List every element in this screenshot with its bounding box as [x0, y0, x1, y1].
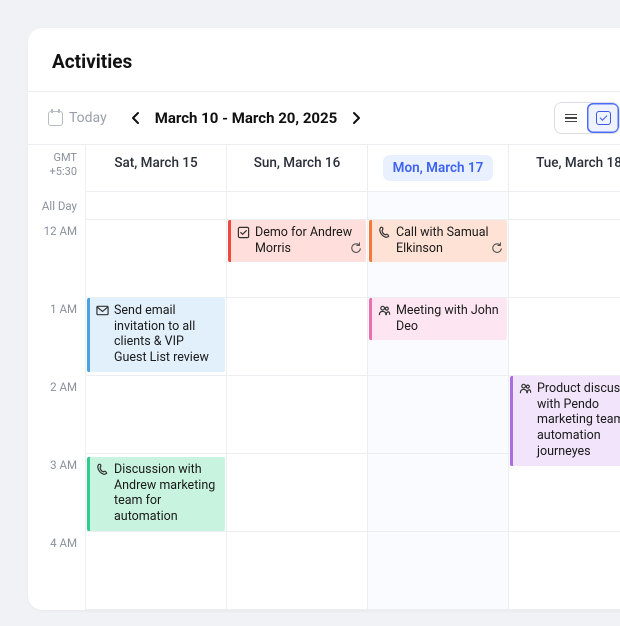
hour-cell[interactable]: Discussion with Andrew marketing team fo…	[86, 454, 226, 532]
date-range: March 10 - March 20, 2025	[155, 109, 338, 127]
allday-cell[interactable]	[509, 192, 620, 220]
event[interactable]: Send email invitation to all clients & V…	[87, 298, 225, 372]
hour-cell[interactable]	[86, 532, 226, 610]
chevron-left-icon	[131, 111, 141, 125]
event-title: Product discuss with Pendo marketing tea…	[537, 381, 620, 461]
hour-cell[interactable]	[368, 532, 508, 610]
allday-cell[interactable]	[227, 192, 367, 220]
hour-cell[interactable]	[509, 220, 620, 298]
day-header[interactable]: Tue, March 18	[509, 145, 620, 192]
phone-icon	[96, 463, 110, 477]
prev-button[interactable]	[127, 107, 145, 129]
people-icon	[519, 382, 533, 396]
recurring-icon	[491, 242, 503, 258]
hour-cell[interactable]: Demo for Andrew Morris	[227, 220, 367, 298]
event-title: Meeting with John Deo	[396, 303, 501, 335]
allday-cell[interactable]	[86, 192, 226, 220]
hour-cell[interactable]	[227, 532, 367, 610]
date-nav: March 10 - March 20, 2025	[127, 107, 366, 129]
hour-cell[interactable]	[509, 532, 620, 610]
event-title: Send email invitation to all clients & V…	[114, 303, 219, 367]
timezone-label: GMT +5:30	[28, 145, 86, 192]
day-header[interactable]: Sun, March 16	[227, 145, 368, 192]
hour-cell[interactable]: Call with Samual Elkinson	[368, 220, 508, 298]
hour-label: 1 AM	[28, 298, 77, 376]
calendar-view-button[interactable]	[587, 103, 619, 133]
hour-label: 3 AM	[28, 454, 77, 532]
day-header-today[interactable]: Mon, March 17	[368, 145, 509, 192]
list-icon	[565, 114, 577, 123]
hour-cell[interactable]	[86, 376, 226, 454]
hour-cell[interactable]	[368, 454, 508, 532]
event[interactable]: Call with Samual Elkinson	[369, 220, 507, 262]
today-label: Today	[69, 110, 107, 126]
day-column: Product discuss with Pendo marketing tea…	[509, 192, 620, 610]
chevron-right-icon	[351, 111, 361, 125]
page-title: Activities	[52, 50, 614, 73]
hour-cell[interactable]	[509, 454, 620, 532]
event-title: Discussion with Andrew marketing team fo…	[114, 462, 219, 526]
hour-cell[interactable]	[227, 298, 367, 376]
hour-label: 2 AM	[28, 376, 77, 454]
event[interactable]: Discussion with Andrew marketing team fo…	[87, 457, 225, 531]
hour-cell[interactable]	[368, 376, 508, 454]
hour-cell[interactable]: Product discuss with Pendo marketing tea…	[509, 376, 620, 454]
next-button[interactable]	[347, 107, 365, 129]
event[interactable]: Product discuss with Pendo marketing tea…	[510, 376, 620, 466]
calendar-icon	[48, 111, 63, 126]
hour-label: 4 AM	[28, 532, 77, 610]
hour-cell[interactable]	[509, 298, 620, 376]
hour-cell[interactable]: Send email invitation to all clients & V…	[86, 298, 226, 376]
calendar-grid: GMT +5:30 Sat, March 15 Sun, March 16 Mo…	[28, 144, 620, 610]
list-view-button[interactable]	[555, 103, 587, 133]
time-column: All Day 12 AM 1 AM 2 AM 3 AM 4 AM	[28, 192, 86, 610]
event-title: Demo for Andrew Morris	[255, 225, 360, 257]
people-icon	[378, 304, 392, 318]
allday-cell[interactable]	[368, 192, 508, 220]
phone-icon	[378, 226, 392, 240]
hour-cell[interactable]	[227, 454, 367, 532]
allday-label: All Day	[28, 192, 77, 220]
day-column: Send email invitation to all clients & V…	[86, 192, 227, 610]
activities-card: Activities Today March 10 - March 20, 20…	[28, 28, 620, 610]
hour-cell[interactable]	[86, 220, 226, 298]
calendar-check-icon	[596, 111, 611, 125]
view-toggle	[554, 102, 620, 134]
task-icon	[237, 226, 251, 240]
today-button[interactable]: Today	[46, 106, 109, 130]
mail-icon	[96, 304, 110, 318]
day-column-today: Call with Samual Elkinson Meeting with J…	[368, 192, 509, 610]
day-column: Demo for Andrew Morris	[227, 192, 368, 610]
recurring-icon	[350, 242, 362, 258]
toolbar: Today March 10 - March 20, 2025	[28, 91, 620, 144]
day-header[interactable]: Sat, March 15	[86, 145, 227, 192]
header: Activities	[28, 28, 620, 91]
hour-label: 12 AM	[28, 220, 77, 298]
hour-cell[interactable]: Meeting with John Deo	[368, 298, 508, 376]
event[interactable]: Meeting with John Deo	[369, 298, 507, 340]
event[interactable]: Demo for Andrew Morris	[228, 220, 366, 262]
hour-cell[interactable]	[227, 376, 367, 454]
event-title: Call with Samual Elkinson	[396, 225, 501, 257]
